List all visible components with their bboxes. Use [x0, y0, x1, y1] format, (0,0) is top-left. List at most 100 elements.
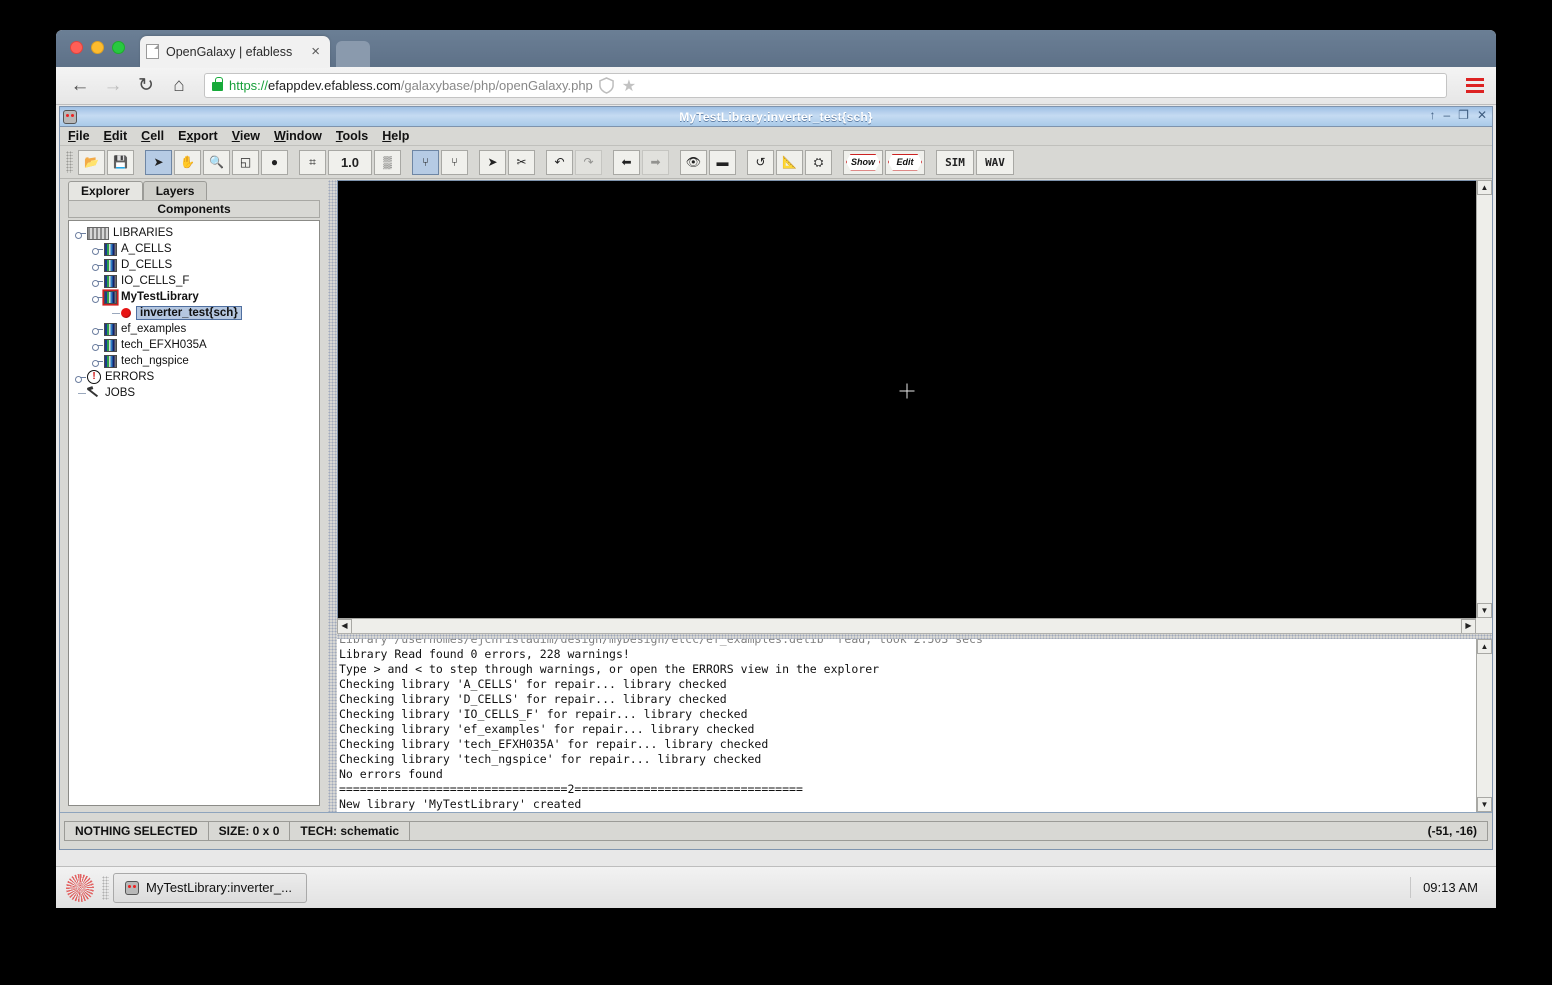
browser-tab[interactable]: OpenGalaxy | efabless × [140, 36, 330, 67]
grid-fine-button[interactable]: ▒ [374, 149, 401, 175]
hscroll-track[interactable]: ◀ ▶ [337, 618, 1476, 634]
scroll-right-icon[interactable]: ▶ [1461, 618, 1476, 634]
status-bar: NOTHING SELECTED SIZE: 0 x 0 TECH: schem… [60, 812, 1492, 849]
redo-cell-button: ↷ [575, 149, 602, 175]
expand-toggle-icon[interactable] [92, 324, 103, 335]
undo-cell-button[interactable]: ↶ [546, 149, 573, 175]
restore-app-button[interactable]: ❐ [1458, 109, 1469, 121]
measure-button[interactable]: ⛭ [805, 149, 832, 175]
close-app-button[interactable]: ✕ [1477, 109, 1487, 121]
expand-toggle-icon[interactable] [75, 228, 86, 239]
console-vertical-scrollbar[interactable]: ▲ ▼ [1476, 639, 1492, 812]
tree-item-tech_efxh035a[interactable]: tech_EFXH035A [69, 337, 319, 353]
menu-edit[interactable]: Edit [104, 129, 128, 143]
expand-toggle-icon[interactable] [92, 340, 103, 351]
grid-coarse-button[interactable]: ⌗ [299, 149, 326, 175]
pan-tool-button[interactable]: ✋ [174, 149, 201, 175]
sim-button[interactable]: SIM [936, 149, 974, 175]
minimize-app-button[interactable]: – [1443, 109, 1450, 121]
menu-window[interactable]: Window [274, 129, 322, 143]
tree-item-tech_ngspice[interactable]: tech_ngspice [69, 353, 319, 369]
open-library-button[interactable]: 📂 [78, 149, 105, 175]
hide-button[interactable]: ▬ [709, 149, 736, 175]
grid-scale-value[interactable]: 1.0 [328, 149, 372, 175]
home-icon[interactable]: ⌂ [167, 76, 191, 95]
toolbar-drag-handle[interactable] [66, 151, 73, 173]
new-tab-button[interactable] [336, 41, 370, 67]
app-window-title: MyTestLibrary:inverter_test{sch} [679, 109, 873, 124]
tree-item-inverter_testsch[interactable]: inverter_test{sch} [69, 305, 319, 321]
wire-tool-button[interactable]: ● [261, 149, 288, 175]
expand-toggle-icon[interactable] [92, 244, 103, 255]
start-menu-icon[interactable] [66, 873, 94, 902]
tree-item-libraries[interactable]: LIBRARIES [69, 225, 319, 241]
rotate-button[interactable]: ↺ [747, 149, 774, 175]
scroll-left-icon[interactable]: ◀ [337, 618, 352, 634]
console-line: Checking library 'IO_CELLS_F' for repair… [339, 707, 748, 721]
expand-toggle-icon[interactable] [92, 276, 103, 287]
tree-item-d_cells[interactable]: D_CELLS [69, 257, 319, 273]
port-show-button[interactable]: ⑂ [412, 149, 439, 175]
show-button-label: Show [846, 153, 880, 171]
tools-button[interactable]: ✂ [508, 149, 535, 175]
component-tree[interactable]: LIBRARIES A_CELLS D_CELLS IO_CELLS_F MyTestL… [68, 220, 320, 806]
menu-file[interactable]: File [68, 129, 90, 143]
library-icon [104, 338, 117, 352]
wav-button[interactable]: WAV [976, 149, 1014, 175]
close-icon[interactable]: × [307, 44, 324, 59]
taskbar-drag-handle[interactable] [102, 875, 109, 900]
console-scroll-down-icon[interactable]: ▼ [1477, 797, 1492, 812]
minimize-window-button[interactable] [91, 41, 104, 54]
previous-button[interactable]: ⬅ [613, 149, 640, 175]
panel-splitter[interactable] [328, 180, 337, 812]
outline-tool-button[interactable]: ◱ [232, 149, 259, 175]
console-scroll-up-icon[interactable]: ▲ [1477, 639, 1492, 654]
scroll-down-icon[interactable]: ▼ [1477, 603, 1492, 619]
tree-item-errors[interactable]: ! ERRORS [69, 369, 319, 385]
taskbar-window-button[interactable]: MyTestLibrary:inverter_... [113, 872, 307, 903]
expand-toggle-icon[interactable] [92, 292, 103, 303]
maximize-window-button[interactable] [112, 41, 125, 54]
edit-button[interactable]: Edit [885, 149, 925, 175]
schematic-canvas[interactable] [337, 180, 1476, 619]
scroll-up-icon[interactable]: ▲ [1477, 180, 1492, 195]
tree-item-mytestlibrary[interactable]: MyTestLibrary [69, 289, 319, 305]
select-tool-button[interactable]: ➤ [145, 149, 172, 175]
save-library-button[interactable]: 💾 [107, 149, 134, 175]
pointer-button[interactable]: ➤ [479, 149, 506, 175]
url-text: https://efappdev.efabless.com/galaxybase… [229, 78, 593, 93]
canvas-vertical-scrollbar[interactable]: ▲ ▼ [1476, 180, 1492, 619]
canvas-horizontal-scrollbar[interactable]: ◀ ▶ [337, 618, 1492, 634]
expand-toggle-icon[interactable] [92, 356, 103, 367]
port-hide-button[interactable]: ⑂ [441, 149, 468, 175]
bookmark-star-icon[interactable]: ★ [622, 76, 636, 96]
ruler-button[interactable]: 📐 [776, 149, 803, 175]
expand-toggle-icon[interactable] [92, 260, 103, 271]
menu-export[interactable]: Export [178, 129, 218, 143]
forward-icon[interactable]: → [101, 76, 125, 95]
menu-tools[interactable]: Tools [336, 129, 368, 143]
tab-layers[interactable]: Layers [142, 181, 208, 200]
expand-toggle-icon[interactable] [75, 372, 86, 383]
menu-help[interactable]: Help [382, 129, 409, 143]
menu-view[interactable]: View [232, 129, 260, 143]
tree-item-a_cells[interactable]: A_CELLS [69, 241, 319, 257]
tab-explorer[interactable]: Explorer [68, 181, 143, 200]
zoom-tool-button[interactable]: 🔍 [203, 149, 230, 175]
tree-item-ef_examples[interactable]: ef_examples [69, 321, 319, 337]
message-console[interactable]: Library /userhomes/ejchristadim/design/m… [337, 639, 1476, 812]
tree-item-jobs[interactable]: JOBS [69, 385, 319, 401]
address-bar[interactable]: https://efappdev.efabless.com/galaxybase… [204, 73, 1447, 98]
show-button[interactable]: Show [843, 149, 883, 175]
scrollbar-corner [1476, 618, 1492, 634]
reload-icon[interactable]: ↻ [134, 76, 158, 95]
peek-button[interactable]: 👁 [680, 149, 707, 175]
shade-window-button[interactable]: ↑ [1429, 109, 1435, 121]
tree-item-io_cells_f[interactable]: IO_CELLS_F [69, 273, 319, 289]
console-line: Library /userhomes/ejchristadim/design/m… [339, 639, 983, 646]
close-window-button[interactable] [70, 41, 83, 54]
browser-menu-icon[interactable] [1466, 78, 1484, 93]
menu-cell[interactable]: Cell [141, 129, 164, 143]
shield-icon[interactable] [598, 77, 614, 94]
back-icon[interactable]: ← [68, 76, 92, 95]
